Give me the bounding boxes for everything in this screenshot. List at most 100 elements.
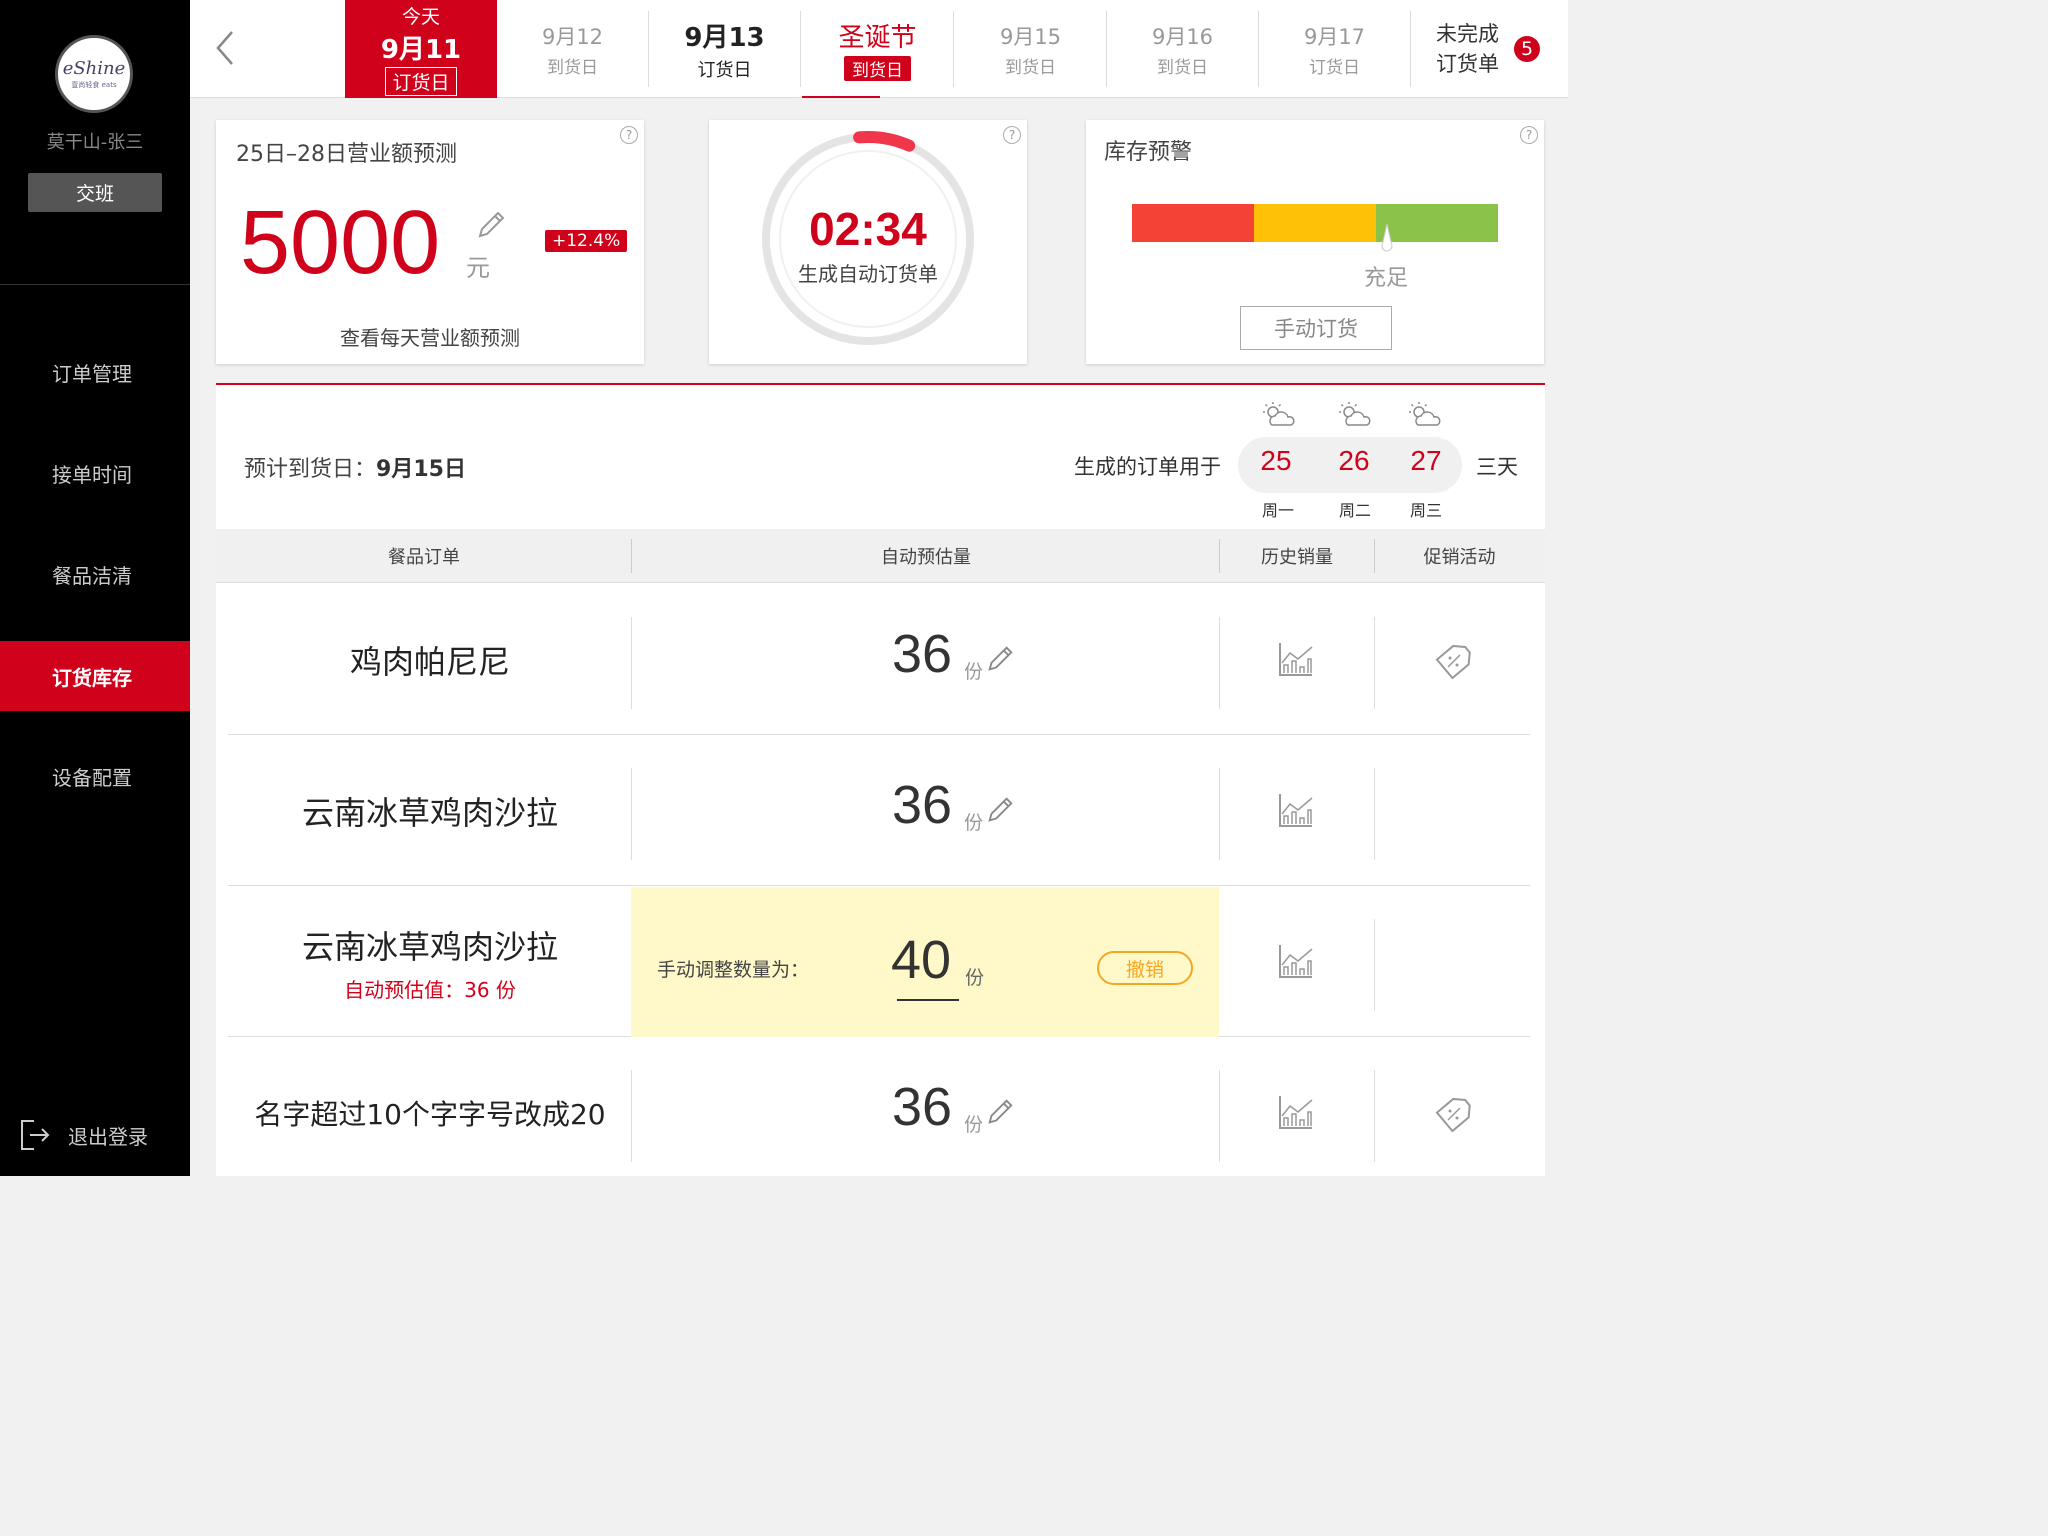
cell-divider	[1219, 768, 1220, 860]
date-label: 9月13	[684, 22, 765, 53]
manual-qty-input[interactable]: 40	[891, 929, 951, 991]
gauge-red-segment	[1132, 204, 1254, 242]
sidebar: eShine 壹尚轻食 eats 莫干山-张三 交班 订单管理 接单时间 餐品洁…	[0, 0, 190, 1176]
col-header-estimate: 自动预估量	[881, 547, 971, 568]
nav-order-management[interactable]: 订单管理	[0, 337, 190, 407]
nav-order-hours[interactable]: 接单时间	[0, 438, 190, 508]
shift-handover-button[interactable]: 交班	[28, 173, 162, 212]
store-user: 莫干山-张三	[46, 132, 144, 153]
gauge-pointer-icon	[1381, 224, 1393, 252]
daily-forecast-link[interactable]: 查看每天营业额预测	[216, 322, 644, 351]
day-option[interactable]: 25	[1246, 445, 1306, 477]
cell-divider	[1374, 617, 1375, 709]
partly-cloudy-icon	[1409, 402, 1441, 426]
date-item[interactable]: 9月15 到货日	[955, 11, 1107, 87]
forecast-title: 25日–28日营业额预测	[236, 142, 457, 167]
qty-unit: 份	[964, 812, 984, 834]
estimate-qty: 36	[892, 775, 953, 835]
arrival-label: 预计到货日：	[244, 457, 377, 482]
bar-chart-icon[interactable]	[1278, 792, 1314, 828]
undo-button[interactable]: 撤销	[1097, 951, 1193, 985]
date-item[interactable]: 9月16 到货日	[1107, 11, 1259, 87]
estimate-qty: 36	[892, 624, 953, 684]
date-tag: 到货日	[1005, 57, 1056, 78]
forecast-change-badge: +12.4%	[545, 230, 628, 252]
date-item[interactable]: 9月13 订货日	[649, 11, 801, 87]
today-tag: 订货日	[385, 67, 457, 96]
back-button[interactable]	[210, 28, 240, 68]
sidebar-divider	[0, 284, 190, 285]
nav-product-cleaning[interactable]: 餐品洁清	[0, 539, 190, 609]
logo-subtext: 壹尚轻食 eats	[71, 81, 117, 89]
date-tag: 订货日	[697, 59, 752, 81]
date-item[interactable]: 9月17 订货日	[1259, 11, 1411, 87]
promo-tag-icon[interactable]	[1434, 641, 1472, 679]
product-name-text: 名字超过10个字字号改成20	[254, 1098, 606, 1131]
order-panel: 预计到货日：9月15日 生成的订单用于 25 26 27 周一 周二 周三 三天…	[216, 383, 1545, 1176]
product-name: 鸡肉帕尼尼	[228, 585, 632, 735]
day-number: 26	[1338, 445, 1370, 476]
nav-device-config[interactable]: 设备配置	[0, 741, 190, 811]
date-label: 9月15	[999, 24, 1062, 49]
cell-divider	[631, 1070, 632, 1162]
cell-divider	[631, 768, 632, 860]
cell-divider	[1374, 768, 1375, 860]
logout-icon	[21, 1120, 50, 1150]
product-name: 云南冰草鸡肉沙拉 自动预估值：36 份	[228, 887, 632, 1037]
date-today[interactable]: 今天 9月11 订货日	[345, 0, 497, 98]
cell-divider	[1219, 617, 1220, 709]
day-number: 25	[1260, 445, 1292, 476]
logout-label: 退出登录	[68, 1124, 148, 1149]
pending-line1: 未完成	[1436, 22, 1499, 46]
bar-chart-icon[interactable]	[1278, 1094, 1314, 1130]
logo-text: eShine	[62, 58, 126, 79]
help-icon[interactable]: ?	[1520, 126, 1538, 144]
day-number: 27	[1410, 445, 1442, 476]
qty-unit: 份	[964, 1114, 984, 1136]
manual-qty-underline	[897, 999, 959, 1001]
bar-chart-icon[interactable]	[1278, 641, 1314, 677]
gauge-green-segment	[1376, 204, 1498, 242]
date-tag: 到货日	[844, 56, 911, 81]
pencil-icon[interactable]	[984, 1096, 1016, 1128]
pencil-icon[interactable]	[984, 794, 1016, 826]
date-label: 9月17	[1303, 24, 1366, 49]
day-option[interactable]: 26	[1324, 445, 1384, 477]
pencil-icon[interactable]	[474, 208, 508, 242]
qty-unit: 份	[965, 967, 985, 989]
stock-status: 充足	[1364, 266, 1409, 291]
date-label: 9月12	[541, 24, 604, 49]
forecast-value: 5000	[240, 193, 441, 293]
qty-unit: 份	[964, 661, 984, 683]
date-tag: 到货日	[1157, 57, 1208, 78]
date-item-holiday[interactable]: 圣诞节 到货日	[802, 11, 954, 87]
help-icon[interactable]: ?	[620, 126, 638, 144]
table-row: 鸡肉帕尼尼 36 份	[228, 585, 1530, 735]
today-label: 今天	[401, 6, 440, 28]
date-tag: 到货日	[547, 57, 598, 78]
date-item[interactable]: 9月12 到货日	[497, 11, 649, 87]
logout-button[interactable]: 退出登录	[18, 1118, 148, 1152]
forecast-unit: 元	[466, 254, 490, 282]
pending-line2: 订货单	[1436, 52, 1499, 76]
help-icon[interactable]: ?	[1003, 126, 1021, 144]
date-bar: 今天 9月11 订货日 9月12 到货日 9月13 订货日 圣诞节 到货日 9月…	[190, 0, 1568, 98]
partly-cloudy-icon	[1263, 402, 1295, 426]
three-days-label: 三天	[1476, 455, 1518, 479]
bar-chart-icon[interactable]	[1278, 943, 1314, 979]
nav-inventory[interactable]: 订货库存	[0, 641, 190, 711]
countdown-time: 02:34	[809, 203, 927, 255]
day-option[interactable]: 27	[1396, 445, 1456, 477]
promo-tag-icon[interactable]	[1434, 1094, 1472, 1132]
auto-estimate-note: 自动预估值：36 份	[344, 977, 516, 1002]
weekday-label: 周三	[1409, 501, 1442, 520]
product-name-text: 云南冰草鸡肉沙拉	[301, 927, 558, 966]
manual-order-button[interactable]: 手动订货	[1240, 306, 1392, 350]
table-header: 餐品订单 自动预估量 历史销量 促销活动	[216, 529, 1545, 583]
pending-orders-button[interactable]: 未完成 订货单	[1420, 0, 1568, 98]
pencil-icon[interactable]	[984, 643, 1016, 675]
cell-divider	[1374, 919, 1375, 1011]
cell-divider	[631, 617, 632, 709]
product-name-text: 云南冰草鸡肉沙拉	[301, 794, 558, 832]
stock-gauge	[1132, 204, 1498, 242]
